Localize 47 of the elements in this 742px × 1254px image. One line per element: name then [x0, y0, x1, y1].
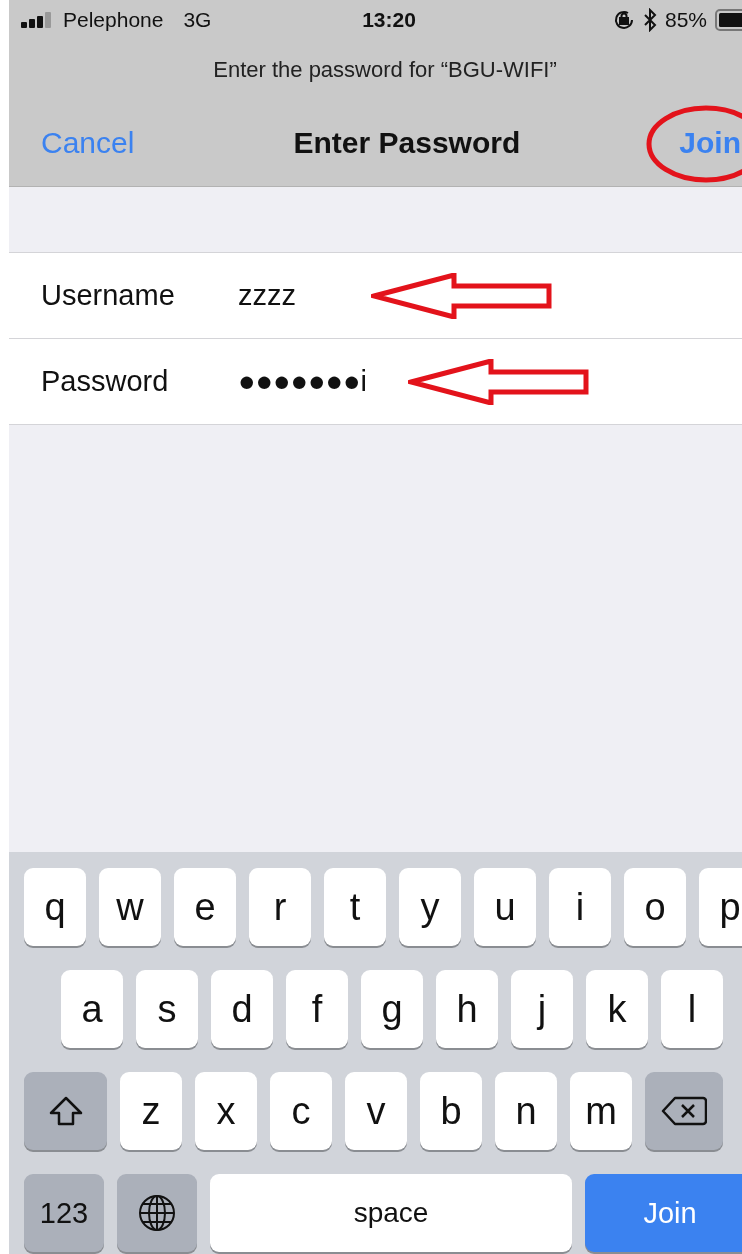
key[interactable]: a [61, 970, 123, 1048]
key[interactable]: t [324, 868, 386, 946]
globe-icon [137, 1193, 177, 1233]
key[interactable]: g [361, 970, 423, 1048]
input-field[interactable]: zzzz [238, 279, 388, 312]
input-field[interactable]: ●●●●●●●i [238, 365, 388, 398]
network-type: 3G [183, 8, 212, 32]
key[interactable]: p [699, 868, 742, 946]
key[interactable]: f [286, 970, 348, 1048]
key[interactable]: s [136, 970, 198, 1048]
shift-key[interactable] [24, 1072, 107, 1150]
key[interactable]: d [211, 970, 273, 1048]
join-key[interactable]: Join [585, 1174, 742, 1252]
key[interactable]: q [24, 868, 86, 946]
key[interactable]: e [174, 868, 236, 946]
screen-title: Enter Password [293, 126, 521, 160]
key[interactable]: l [661, 970, 723, 1048]
backspace-key[interactable] [645, 1072, 723, 1150]
bluetooth-icon [642, 8, 657, 32]
key[interactable]: b [420, 1072, 482, 1150]
clock-time: 13:20 [362, 8, 416, 31]
field-label: Password [41, 365, 170, 398]
password-prompt: Enter the password for “BGU-WIFI” [213, 57, 557, 83]
key[interactable]: x [195, 1072, 257, 1150]
key[interactable]: m [570, 1072, 632, 1150]
globe-key[interactable] [117, 1174, 197, 1252]
key[interactable]: w [99, 868, 161, 946]
key[interactable]: c [270, 1072, 332, 1150]
numbers-key[interactable]: 123 [24, 1174, 104, 1252]
space-key[interactable]: space [210, 1174, 572, 1252]
key[interactable]: n [495, 1072, 557, 1150]
battery-percent: 85% [664, 8, 707, 32]
field-label: Username [41, 279, 176, 312]
shift-icon [48, 1096, 83, 1126]
key[interactable]: y [399, 868, 461, 946]
key[interactable]: o [624, 868, 686, 946]
key[interactable]: z [120, 1072, 182, 1150]
key[interactable]: v [345, 1072, 407, 1150]
rotation-lock-icon [612, 9, 635, 31]
key[interactable]: h [436, 970, 498, 1048]
key[interactable]: k [586, 970, 648, 1048]
key[interactable]: r [249, 868, 311, 946]
carrier-name: Pelephone [63, 8, 164, 32]
key[interactable]: j [511, 970, 573, 1048]
key[interactable]: u [474, 868, 536, 946]
backspace-icon [661, 1096, 707, 1126]
key[interactable]: i [549, 868, 611, 946]
